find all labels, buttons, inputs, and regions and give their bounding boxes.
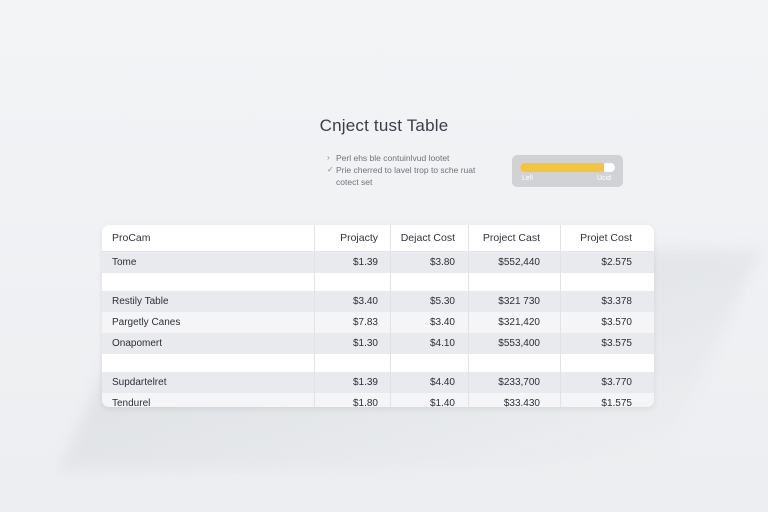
table-cell: $233,700 <box>468 372 560 393</box>
table-cell: $7.83 <box>314 312 390 333</box>
table-cell: $321 730 <box>468 291 560 312</box>
notes-list: › Perl ehs ble contuinlvud lootet ✓ Prie… <box>327 152 507 188</box>
table-cell <box>390 273 468 291</box>
note-text: Prie cherred to lavel trop to sche ruat <box>336 165 476 175</box>
table-cell: $1.575 <box>560 393 654 407</box>
table-cell: $3.575 <box>560 333 654 354</box>
column-header[interactable]: Projet Cost <box>560 225 654 251</box>
table-row <box>102 273 654 291</box>
table-cell: $3.770 <box>560 372 654 393</box>
note-continuation: cotect set <box>336 177 373 187</box>
table-cell: $5.30 <box>390 291 468 312</box>
note-text: Perl ehs ble contuinlvud lootet <box>336 153 450 163</box>
table-cell: $3.40 <box>314 291 390 312</box>
table-cell <box>314 273 390 291</box>
table-cell: $3.378 <box>560 291 654 312</box>
chevron-right-icon: › <box>327 153 330 162</box>
table-row[interactable]: Tome $1.39 $3.80 $552,440 $2.575 <box>102 252 654 273</box>
table-row <box>102 354 654 372</box>
table-cell <box>390 354 468 372</box>
table-cell: $3.80 <box>390 252 468 273</box>
progress-widget: Lell Ucid <box>512 155 623 187</box>
table-cell <box>314 354 390 372</box>
table-cell: $553,400 <box>468 333 560 354</box>
progress-max-label: Ucid <box>596 175 611 182</box>
table-cell <box>560 354 654 372</box>
table-cell: $1.39 <box>314 372 390 393</box>
note-item: › Perl ehs ble contuinlvud lootet <box>327 152 507 164</box>
table-cell: $3.570 <box>560 312 654 333</box>
progress-track[interactable] <box>520 163 615 172</box>
table-cell: $4.40 <box>390 372 468 393</box>
table-cell: $1.80 <box>314 393 390 407</box>
table-row[interactable]: Pargetly Canes $7.83 $3.40 $321,420 $3.5… <box>102 312 654 333</box>
column-header[interactable]: Projacty <box>314 225 390 251</box>
table-cell: $1.40 <box>390 393 468 407</box>
table-cell: $4.10 <box>390 333 468 354</box>
table-cell: Supdartelret <box>112 377 167 388</box>
column-header[interactable]: Project Cast <box>468 225 560 251</box>
table-cell: Restily Table <box>112 296 169 307</box>
table-header-row: ProCam Projacty Dejact Cost Project Cast… <box>102 225 654 252</box>
table-cell: $2.575 <box>560 252 654 273</box>
table-row[interactable]: Restily Table $3.40 $5.30 $321 730 $3.37… <box>102 291 654 312</box>
column-header[interactable]: Dejact Cost <box>390 225 468 251</box>
table-row[interactable]: Tendurel $1.80 $1.40 $33.430 $1.575 <box>102 393 654 407</box>
data-table: ProCam Projacty Dejact Cost Project Cast… <box>102 225 654 407</box>
progress-knob[interactable] <box>604 163 615 172</box>
table-cell: $321,420 <box>468 312 560 333</box>
table-cell <box>560 273 654 291</box>
table-cell <box>468 354 560 372</box>
progress-min-label: Lell <box>522 175 533 182</box>
table-cell <box>102 354 314 372</box>
table-cell <box>468 273 560 291</box>
table-cell: $1.39 <box>314 252 390 273</box>
check-icon: ✓ <box>327 165 334 174</box>
table-cell: $552,440 <box>468 252 560 273</box>
table-cell: Pargetly Canes <box>112 317 181 328</box>
table-row[interactable]: Onapomert $1.30 $4.10 $553,400 $3.575 <box>102 333 654 354</box>
column-header[interactable]: ProCam <box>102 225 314 251</box>
table-cell: $1.30 <box>314 333 390 354</box>
table-cell: Tendurel <box>112 398 151 407</box>
table-cell: $3.40 <box>390 312 468 333</box>
table-row[interactable]: Supdartelret $1.39 $4.40 $233,700 $3.770 <box>102 372 654 393</box>
table-cell: Onapomert <box>112 338 163 349</box>
table-cell <box>102 273 314 291</box>
page-title: Cnject tust Table <box>319 116 449 135</box>
table-cell: Tome <box>112 257 137 268</box>
note-item: ✓ Prie cherred to lavel trop to sche rua… <box>327 164 507 176</box>
progress-fill <box>520 163 604 172</box>
table-cell: $33.430 <box>468 393 560 407</box>
